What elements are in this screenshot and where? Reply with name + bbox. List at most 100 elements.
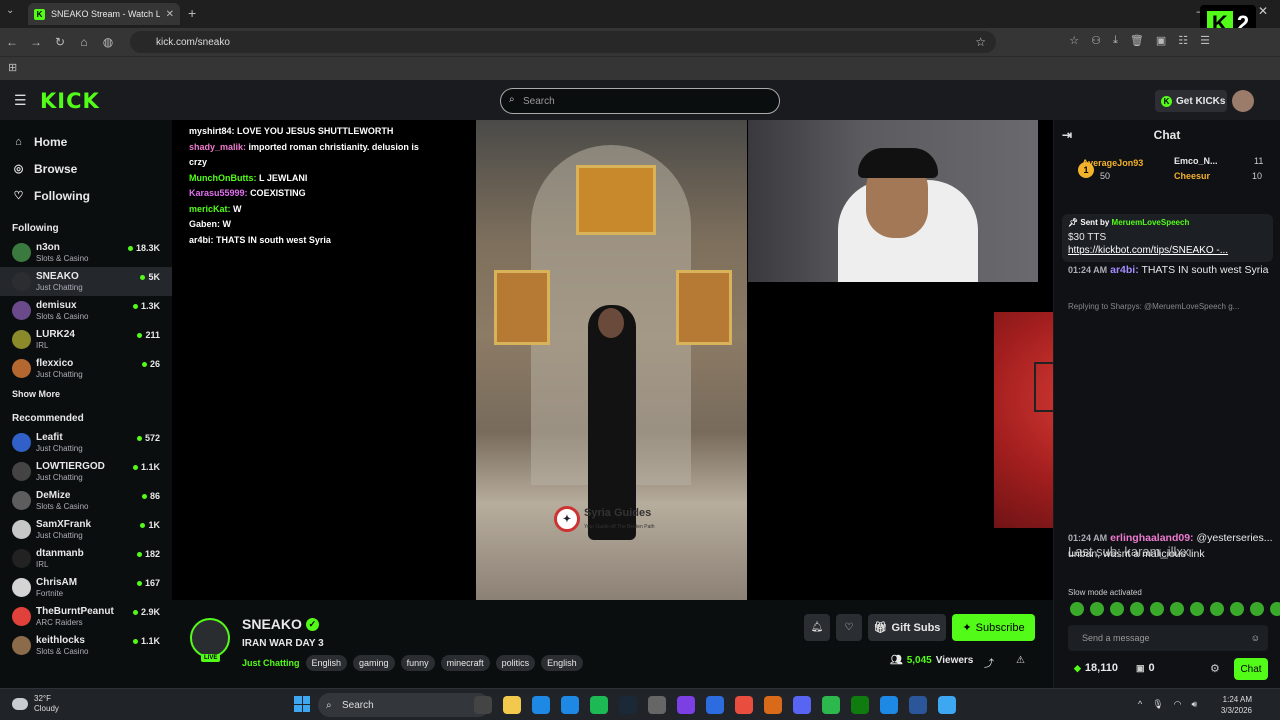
apps-grid-icon[interactable]: ⊞ [8, 61, 17, 74]
excel-icon[interactable] [822, 696, 840, 714]
edge-icon[interactable] [532, 696, 550, 714]
weather-widget[interactable]: 32°F Cloudy [34, 694, 59, 714]
spotify-icon[interactable] [590, 696, 608, 714]
emote-icon[interactable] [1130, 602, 1144, 616]
emote-icon[interactable] [1110, 602, 1124, 616]
collapse-chat-icon[interactable]: ⇥ [1062, 120, 1072, 150]
taskbar-search[interactable]: ⌕ Search [318, 693, 490, 717]
clock[interactable]: 1:24 AM 3/3/2026 [1204, 694, 1252, 716]
new-tab-icon[interactable]: + [188, 5, 196, 21]
second-gifter-name[interactable]: Emco_N... [1174, 156, 1218, 166]
tag-chip[interactable]: English [541, 655, 583, 671]
third-gifter-name[interactable]: Cheesur [1174, 171, 1210, 181]
reload-icon[interactable]: ↻ [48, 35, 72, 49]
send-chat-button[interactable]: Chat [1234, 658, 1268, 680]
back-icon[interactable]: ← [0, 35, 24, 49]
user-avatar[interactable] [1232, 90, 1254, 112]
start-button[interactable] [294, 696, 310, 712]
emote-icon[interactable] [1150, 602, 1164, 616]
emote-icon[interactable] [1170, 602, 1184, 616]
report-icon[interactable]: ⚠ [1016, 655, 1025, 666]
sidebar-toggle-icon[interactable]: ☰ [1200, 34, 1210, 47]
file-explorer-icon[interactable] [503, 696, 521, 714]
sidebar-channel[interactable]: LOWTIERGOD Just Chatting 1.1K [0, 457, 172, 486]
tab-list-icon[interactable]: ⌄ [6, 5, 14, 16]
kick-app-icon[interactable] [938, 696, 956, 714]
sidebar-channel[interactable]: LURK24 IRL 211 [0, 325, 172, 354]
nav-following[interactable]: ♡ Following [0, 182, 172, 209]
steam-icon[interactable] [619, 696, 637, 714]
emote-icon[interactable] [1250, 602, 1264, 616]
pinned-message[interactable]: 📌︎ Sent by MeruemLoveSpeech $30 TTS http… [1062, 214, 1273, 262]
subscribe-button[interactable]: ✦ Subscribe [952, 614, 1035, 641]
chevron-up-icon[interactable]: ^ [1138, 699, 1142, 710]
chat-input[interactable]: Send a message ☺ [1068, 625, 1268, 651]
tag-chip[interactable]: English [305, 655, 348, 671]
sidebar-channel[interactable]: keithlocks Slots & Casino 1.1K [0, 631, 172, 660]
close-window-icon[interactable]: ✕ [1258, 4, 1268, 18]
sidebar-channel[interactable]: dtanmanb IRL 182 [0, 544, 172, 573]
get-kicks-button[interactable]: K Get KICKs [1155, 90, 1227, 112]
forward-icon[interactable]: → [24, 35, 48, 49]
notification-bell-button[interactable]: 🔔︎ [804, 614, 830, 641]
category-link[interactable]: Just Chatting [242, 658, 300, 668]
emote-icon[interactable] [1070, 602, 1084, 616]
menu-icon[interactable]: ☰ [14, 92, 27, 109]
kick-logo[interactable]: KICK [40, 89, 100, 113]
streamer-avatar[interactable]: LIVE [190, 618, 230, 662]
pinned-link[interactable]: https://kickbot.com/tips/SNEAKO -... [1068, 245, 1267, 256]
sidebar-channel[interactable]: SNEAKO Just Chatting 5K [0, 267, 172, 296]
mic-icon[interactable]: 🎙︎ [1152, 699, 1163, 710]
sidebar-channel[interactable]: TheBurntPeanut ARC Raiders 2.9K [0, 602, 172, 631]
message-user[interactable]: erlinghaaland09: [1110, 532, 1193, 544]
emoji-icon[interactable]: ☺ [1251, 633, 1260, 643]
secondary-balance[interactable]: 0 [1136, 662, 1154, 674]
browser-tab[interactable]: K SNEAKO Stream - Watch Li ✕ [28, 3, 180, 25]
emote-icon[interactable] [1190, 602, 1204, 616]
collections-icon[interactable]: ☷ [1178, 34, 1188, 47]
close-tab-icon[interactable]: ✕ [166, 9, 174, 20]
video-player[interactable]: myshirt84: LOVE YOU JESUS SHUTTLEWORTH sh… [172, 120, 1053, 600]
address-bar[interactable]: kick.com/sneako ☆ [130, 31, 996, 53]
screenshot-icon[interactable]: ▣ [1156, 34, 1166, 47]
nav-home[interactable]: ⌂ Home [0, 128, 172, 155]
emote-icon[interactable] [1230, 602, 1244, 616]
top-gifter-name[interactable]: AverageJon93 [1082, 158, 1143, 168]
shield-icon[interactable]: ◍ [96, 35, 120, 49]
search-input[interactable]: ⌕ Search [500, 88, 780, 114]
extension-icon[interactable]: ⚇ [1091, 34, 1101, 47]
calendar-icon[interactable] [561, 696, 579, 714]
store-icon[interactable] [706, 696, 724, 714]
trash-icon[interactable]: 🗑 [1130, 34, 1144, 47]
settings-icon[interactable] [648, 696, 666, 714]
home-browser-icon[interactable]: ⌂ [72, 35, 96, 49]
favorites-icon[interactable]: ☆ [1069, 34, 1079, 47]
download-icon[interactable]: ⤓ [1113, 34, 1118, 47]
xbox-icon[interactable] [851, 696, 869, 714]
show-more-link[interactable]: Show More [0, 389, 172, 399]
app-icon[interactable] [677, 696, 695, 714]
follow-button[interactable]: ♡ [836, 614, 862, 641]
sidebar-channel[interactable]: DeMize Slots & Casino 86 [0, 486, 172, 515]
emote-icon[interactable] [1090, 602, 1104, 616]
sidebar-channel[interactable]: Leafit Just Chatting 572 [0, 428, 172, 457]
tag-chip[interactable]: minecraft [440, 655, 490, 671]
chat-settings-icon[interactable]: ⚙ [1210, 662, 1220, 675]
nav-browse[interactable]: ◎ Browse [0, 155, 172, 182]
streamer-name[interactable]: SNEAKO [242, 616, 302, 632]
sidebar-channel[interactable]: ChrisAM Fortnite 167 [0, 573, 172, 602]
firefox-icon[interactable] [764, 696, 782, 714]
sidebar-channel[interactable]: SamXFrank Just Chatting 1K [0, 515, 172, 544]
emote-icon[interactable] [1270, 602, 1280, 616]
gift-subs-button[interactable]: 🎁︎ Gift Subs [868, 614, 946, 641]
emote-icon[interactable] [1210, 602, 1224, 616]
volume-icon[interactable]: 🔊︎ [1192, 699, 1198, 710]
message-user[interactable]: ar4bi: [1110, 264, 1139, 276]
sidebar-channel[interactable]: flexxico Just Chatting 26 [0, 354, 172, 383]
app-icon[interactable] [880, 696, 898, 714]
word-icon[interactable] [909, 696, 927, 714]
share-icon[interactable]: ⤴ [984, 655, 994, 670]
chrome-icon[interactable] [735, 696, 753, 714]
bookmark-star-icon[interactable]: ☆ [975, 35, 986, 49]
discord-icon[interactable] [793, 696, 811, 714]
